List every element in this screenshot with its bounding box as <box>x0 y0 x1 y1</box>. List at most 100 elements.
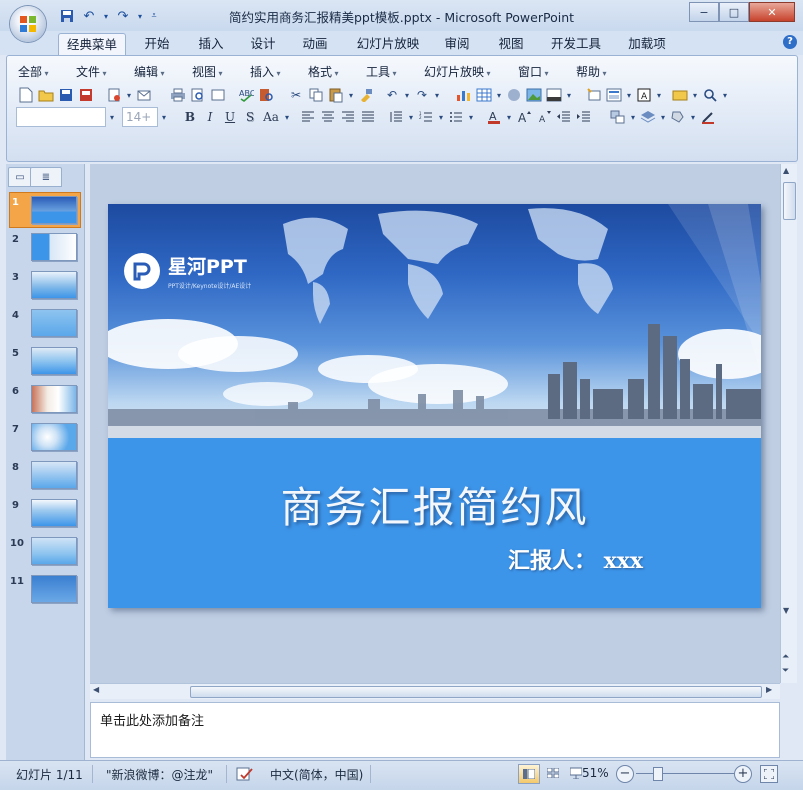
menu-edit[interactable]: 编辑 <box>134 63 165 80</box>
save-pdf-icon[interactable] <box>76 85 96 105</box>
line-spacing-icon[interactable] <box>386 107 406 127</box>
menu-format[interactable]: 格式 <box>308 63 339 80</box>
spelling-icon[interactable]: ABC <box>236 85 256 105</box>
redo-icon[interactable]: ↷ <box>412 85 432 105</box>
email-icon[interactable] <box>134 85 154 105</box>
menu-window[interactable]: 窗口 <box>518 63 549 80</box>
paste-icon[interactable] <box>326 85 346 105</box>
shapes-icon[interactable] <box>670 85 690 105</box>
font-size-combo[interactable]: 14+ <box>122 107 158 127</box>
slide-thumbnail-2[interactable]: 2 <box>10 230 80 264</box>
numbering-icon[interactable]: 12 <box>416 107 436 127</box>
zoom-in-icon[interactable]: + <box>734 765 752 783</box>
scroll-left-icon[interactable]: ◀ <box>93 685 99 694</box>
open-folder-icon[interactable] <box>36 85 56 105</box>
language-indicator[interactable]: 中文(简体，中国) <box>270 766 363 783</box>
justify-icon[interactable] <box>358 107 378 127</box>
office-button[interactable] <box>10 6 46 42</box>
help-icon[interactable]: ? <box>783 35 797 49</box>
slide-view-icon[interactable] <box>208 85 228 105</box>
tab-animations[interactable]: 动画 <box>292 33 338 55</box>
slide-thumbnail-6[interactable]: 6 <box>10 382 80 416</box>
zoom-slider-track[interactable] <box>636 773 734 774</box>
next-slide-icon[interactable]: ⏷ <box>782 666 789 676</box>
normal-view-icon[interactable] <box>518 764 540 784</box>
menu-tools[interactable]: 工具 <box>366 63 397 80</box>
bullets-icon[interactable] <box>446 107 466 127</box>
outline-tab[interactable]: ≣ <box>30 167 62 187</box>
menu-file[interactable]: 文件 <box>76 63 107 80</box>
insert-chart-icon[interactable] <box>454 85 474 105</box>
slide-thumbnail-11[interactable]: 11 <box>10 572 80 606</box>
layout-icon[interactable] <box>604 85 624 105</box>
fit-to-window-icon[interactable] <box>760 765 778 783</box>
horizontal-scroll-thumb[interactable] <box>190 686 762 698</box>
bullets-dropdown-icon[interactable]: ▾ <box>466 107 476 127</box>
menu-view[interactable]: 视图 <box>192 63 223 80</box>
background-dropdown-icon[interactable]: ▾ <box>564 85 574 105</box>
background-icon[interactable] <box>544 85 564 105</box>
horizontal-scrollbar[interactable]: ◀ ▶ <box>90 683 780 699</box>
maximize-button[interactable]: □ <box>719 2 749 22</box>
table-dropdown-icon[interactable]: ▾ <box>494 85 504 105</box>
bold-button[interactable]: B <box>180 107 200 127</box>
find-icon[interactable] <box>700 85 720 105</box>
numbering-dropdown-icon[interactable]: ▾ <box>436 107 446 127</box>
quick-styles-icon[interactable] <box>638 107 658 127</box>
font-color-dropdown-icon[interactable]: ▾ <box>504 107 514 127</box>
font-name-combo[interactable] <box>16 107 106 127</box>
vertical-scroll-thumb[interactable] <box>783 182 796 220</box>
align-center-icon[interactable] <box>318 107 338 127</box>
previous-slide-icon[interactable]: ⏶ <box>782 652 789 662</box>
format-painter-icon[interactable] <box>356 85 376 105</box>
close-button[interactable]: ✕ <box>749 2 795 22</box>
arrange-icon[interactable] <box>608 107 628 127</box>
cut-icon[interactable]: ✂ <box>286 85 306 105</box>
slide-thumbnail-8[interactable]: 8 <box>10 458 80 492</box>
tab-classic-menu[interactable]: 经典菜单 <box>58 33 126 56</box>
tab-insert[interactable]: 插入 <box>188 33 234 55</box>
tab-slideshow[interactable]: 幻灯片放映 <box>350 33 426 55</box>
insert-table-icon[interactable] <box>474 85 494 105</box>
undo-icon[interactable]: ↶ <box>382 85 402 105</box>
slide-thumbnail-5[interactable]: 5 <box>10 344 80 378</box>
shape-outline-icon[interactable] <box>698 107 718 127</box>
menu-insert[interactable]: 插入 <box>250 63 281 80</box>
find-dropdown-icon[interactable]: ▾ <box>720 85 730 105</box>
new-document-icon[interactable] <box>16 85 36 105</box>
font-name-dropdown-icon[interactable]: ▾ <box>106 107 118 127</box>
menu-slideshow[interactable]: 幻灯片放映 <box>424 63 491 80</box>
text-box-dropdown-icon[interactable]: ▾ <box>654 85 664 105</box>
arrange-dropdown-icon[interactable]: ▾ <box>628 107 638 127</box>
paste-dropdown-icon[interactable]: ▾ <box>346 85 356 105</box>
slide-title[interactable]: 商务汇报简约风 <box>108 474 761 535</box>
slide-sorter-icon[interactable] <box>543 764 563 782</box>
tab-design[interactable]: 设计 <box>240 33 286 55</box>
clipart-icon[interactable] <box>504 85 524 105</box>
copy-icon[interactable] <box>306 85 326 105</box>
font-size-dropdown-icon[interactable]: ▾ <box>158 107 170 127</box>
zoom-out-icon[interactable]: − <box>616 765 634 783</box>
print-preview-icon[interactable] <box>188 85 208 105</box>
permission-dropdown-icon[interactable]: ▾ <box>124 85 134 105</box>
slide-thumbnail-1[interactable]: 1 <box>9 192 81 228</box>
vertical-scrollbar[interactable]: ▲ ▼ ⏶ ⏷ <box>780 164 797 683</box>
zoom-level[interactable]: 51% <box>582 766 609 780</box>
underline-button[interactable]: U <box>220 107 240 127</box>
decrease-indent-icon[interactable] <box>554 107 574 127</box>
minimize-button[interactable]: − <box>689 2 719 22</box>
menu-all[interactable]: 全部 <box>18 63 49 80</box>
scroll-right-icon[interactable]: ▶ <box>766 685 772 694</box>
zoom-slider-thumb[interactable] <box>653 767 663 781</box>
change-case-button[interactable]: Aa <box>260 107 282 127</box>
increase-indent-icon[interactable] <box>574 107 594 127</box>
redo-dropdown-icon[interactable]: ▾ <box>432 85 442 105</box>
insert-picture-icon[interactable] <box>524 85 544 105</box>
slide-thumbnail-9[interactable]: 9 <box>10 496 80 530</box>
tab-view[interactable]: 视图 <box>488 33 534 55</box>
menu-help[interactable]: 帮助 <box>576 63 607 80</box>
grow-font-icon[interactable]: A <box>514 107 534 127</box>
layout-dropdown-icon[interactable]: ▾ <box>624 85 634 105</box>
current-slide[interactable]: 星河PPT PPT设计/Keynote设计/AE设计 商务汇报简约风 汇报人： … <box>108 204 761 608</box>
slide-thumbnail-10[interactable]: 10 <box>10 534 80 568</box>
